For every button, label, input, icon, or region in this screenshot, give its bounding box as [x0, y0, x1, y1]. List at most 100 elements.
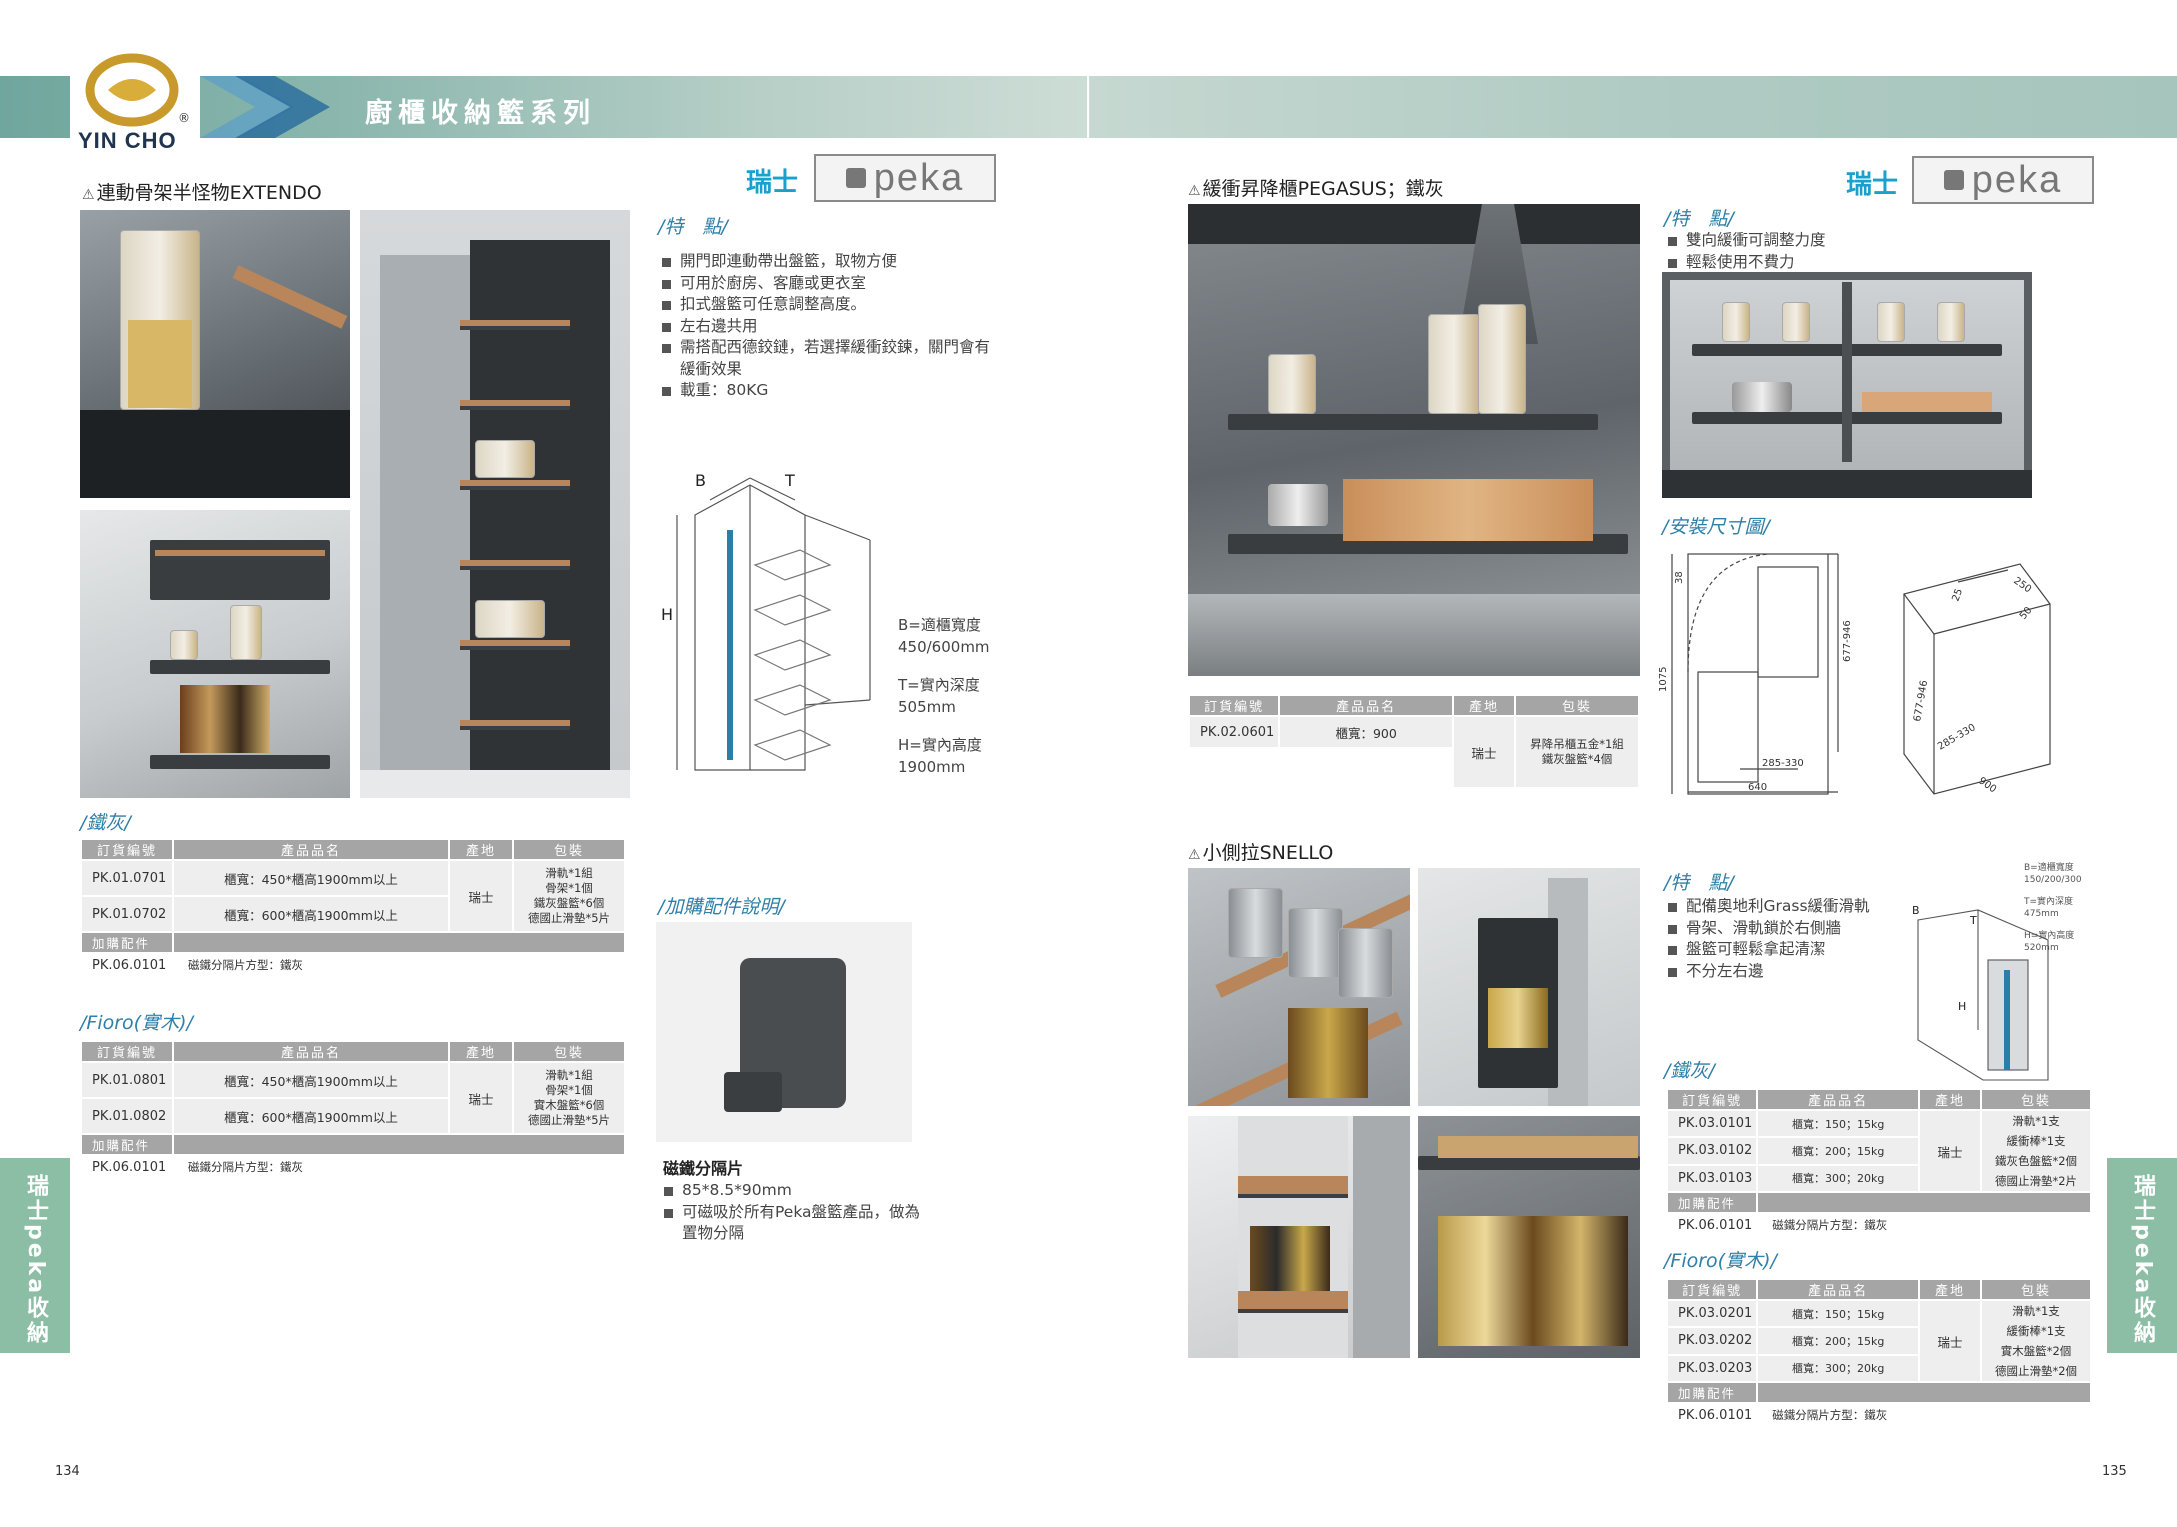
basket-icon [150, 540, 330, 600]
table-cell-code: PK.01.0702 [80, 895, 174, 933]
snello-photo-wood [1188, 1116, 1410, 1358]
extendo-features-heading: /特 點/ [658, 216, 728, 238]
pegasus-install-heading: /安裝尺寸圖/ [1662, 516, 1770, 538]
wood-rail-icon [232, 265, 348, 329]
accessory-name: 磁鐵分隔片方型：鐵灰 [1756, 1402, 2092, 1428]
table-cell-origin: 瑞士 [448, 1061, 514, 1135]
basket-icon [150, 660, 330, 674]
shelf-icon [460, 400, 570, 410]
accessory-code: PK.06.0101 [80, 1154, 174, 1180]
wood-box-icon [1343, 479, 1593, 541]
table-cell-origin: 瑞士 [1918, 1109, 1982, 1193]
snello-title: ⚠ 小側拉SNELLO [1188, 842, 1334, 864]
table-cell-code: PK.03.0102 [1665, 1136, 1759, 1166]
dim-label: 25 [1950, 587, 1965, 603]
jar-icon [1428, 314, 1480, 414]
shelf-icon [460, 640, 570, 650]
extendo-iron-heading: /鐵灰/ [80, 812, 131, 834]
addon-name: 磁鐵分隔片 [663, 1159, 744, 1178]
page-title: 廚櫃收納籃系列 [365, 98, 596, 129]
accessory-name: 磁鐵分隔片方型：鐵灰 [172, 952, 626, 978]
shelf-icon [460, 480, 570, 490]
table-cell-code: PK.01.0701 [80, 859, 174, 897]
cabinet-door-icon [1353, 1116, 1410, 1358]
addon-heading: /加購配件說明/ [658, 896, 785, 918]
table-cell-code: PK.02.0601 [1187, 715, 1281, 749]
table-cell-origin: 瑞士 [1452, 715, 1516, 789]
extendo-photo-baskets [80, 510, 350, 798]
rail-icon [2004, 970, 2010, 1070]
dim-label-b: B [695, 471, 706, 490]
shelf-icon [460, 320, 570, 330]
table-cell-code: PK.03.0201 [1665, 1298, 1759, 1329]
extendo-photo-tall-cabinet [360, 210, 630, 798]
floor-icon [360, 770, 630, 798]
snello-iron-heading: /鐵灰/ [1664, 1060, 1715, 1082]
dim-label: 250 [2011, 575, 2033, 595]
pegasus-features-heading: /特 點/ [1664, 208, 1734, 230]
table-cell-code: PK.03.0202 [1665, 1326, 1759, 1356]
basket-icon [1228, 414, 1598, 430]
bottles-icon [180, 685, 270, 753]
pegasus-photo-inner [1662, 272, 2032, 498]
accessory-code: PK.06.0101 [1665, 1402, 1759, 1428]
snello-fioro-heading: /Fioro(實木)/ [1664, 1250, 1777, 1272]
feature-item: 85*8.5*90mm [662, 1180, 922, 1202]
peka-mark-icon [845, 168, 866, 188]
table-cell-name: 櫃寬：150；15kg [1756, 1298, 1920, 1329]
shelf-icon [460, 720, 570, 730]
snello-features-list: 配備奧地利Grass緩衝滑軌 骨架、滑軌鎖於右側牆 盤籃可輕鬆拿起清潔 不分左右… [1666, 896, 1906, 982]
brand-name: YIN CHO [78, 128, 177, 153]
extendo-title: ⚠ 連動骨架半怪物EXTENDO [82, 182, 322, 204]
table-cell-code: PK.01.0801 [80, 1061, 174, 1099]
table-cell-pack: 滑軌*1支 緩衝棒*1支 鐵灰色盤籃*2個 德國止滑墊*2片 [1980, 1109, 2092, 1193]
extendo-dimension-diagram: B T H [661, 471, 871, 771]
accessory-code: PK.06.0101 [1665, 1212, 1759, 1238]
dim-label-h: H [1958, 1000, 1966, 1013]
table-cell-name: 櫃寬：900 [1278, 715, 1454, 749]
accessory-label: 加購配件 [80, 1133, 174, 1156]
pegasus-photo [1188, 204, 1640, 676]
dim-label: 38 [1674, 571, 1685, 584]
warning-icon: ⚠ [1188, 847, 1201, 863]
table-cell-pack: 昇降吊櫃五金*1組 鐵灰盤籃*4個 [1514, 715, 1640, 789]
header-band-right [1090, 76, 2177, 138]
table-cell-code: PK.03.0103 [1665, 1163, 1759, 1194]
wood-tray-icon [155, 550, 325, 560]
utensils-icon [1438, 1136, 1638, 1158]
feature-item: 扣式盤籃可任意調整高度。 [660, 294, 1000, 316]
pegasus-features-list: 雙向緩衝可調整力度 輕鬆使用不費力 [1666, 230, 1966, 273]
jar-icon [1782, 302, 1810, 342]
snello-photo-jars [1188, 868, 1410, 1106]
addon-photo [656, 922, 912, 1142]
peka-mark-icon [1943, 170, 1964, 190]
extendo-features-list: 開門即連動帶出盤籃，取物方便 可用於廚房、客廳或更衣室 扣式盤籃可任意調整高度。… [660, 251, 1000, 402]
pegasus-origin: 瑞士 [1846, 170, 1899, 200]
accessory-label: 加購配件 [1665, 1191, 1759, 1214]
chevron-decoration-icon [200, 76, 330, 138]
bottles-icon [1438, 1216, 1628, 1346]
accessory-label: 加購配件 [80, 931, 174, 954]
jar-icon [475, 440, 535, 478]
pegasus-table: 訂貨編號 產品品名 產地 包裝 PK.02.0601 櫃寬：900 瑞士 昇降吊櫃五金*… [1187, 694, 1640, 789]
basket-icon [150, 755, 330, 769]
accessory-label: 加購配件 [1665, 1381, 1759, 1404]
rail-icon [727, 530, 733, 760]
accessory-code: PK.06.0101 [80, 952, 174, 978]
extendo-brand-logo: peka [814, 154, 996, 202]
frame-icon [1842, 282, 1852, 462]
table-cell-pack: 滑軌*1組 骨架*1個 鐵灰盤籃*6個 德國止滑墊*5片 [512, 859, 626, 933]
accessory-name: 磁鐵分隔片方型：鐵灰 [172, 1154, 626, 1180]
table-cell-origin: 瑞士 [448, 859, 514, 933]
bottles-icon [1288, 1008, 1368, 1098]
extendo-iron-table: 訂貨編號 產品品名 產地 包裝 PK.01.0701 櫃寬：450*櫃高1900mm以上… [80, 838, 626, 978]
cabinet-top-icon [1188, 204, 1640, 244]
jar-icon [475, 600, 545, 638]
page-divider [1087, 76, 1089, 138]
dim-label: 640 [1748, 782, 1767, 793]
jar-icon [1268, 354, 1316, 414]
jar-icon [1722, 302, 1750, 342]
snello-photo-open [1418, 868, 1640, 1106]
countertop-icon [1188, 594, 1640, 676]
yin-cho-logo-icon: ® [85, 53, 190, 127]
